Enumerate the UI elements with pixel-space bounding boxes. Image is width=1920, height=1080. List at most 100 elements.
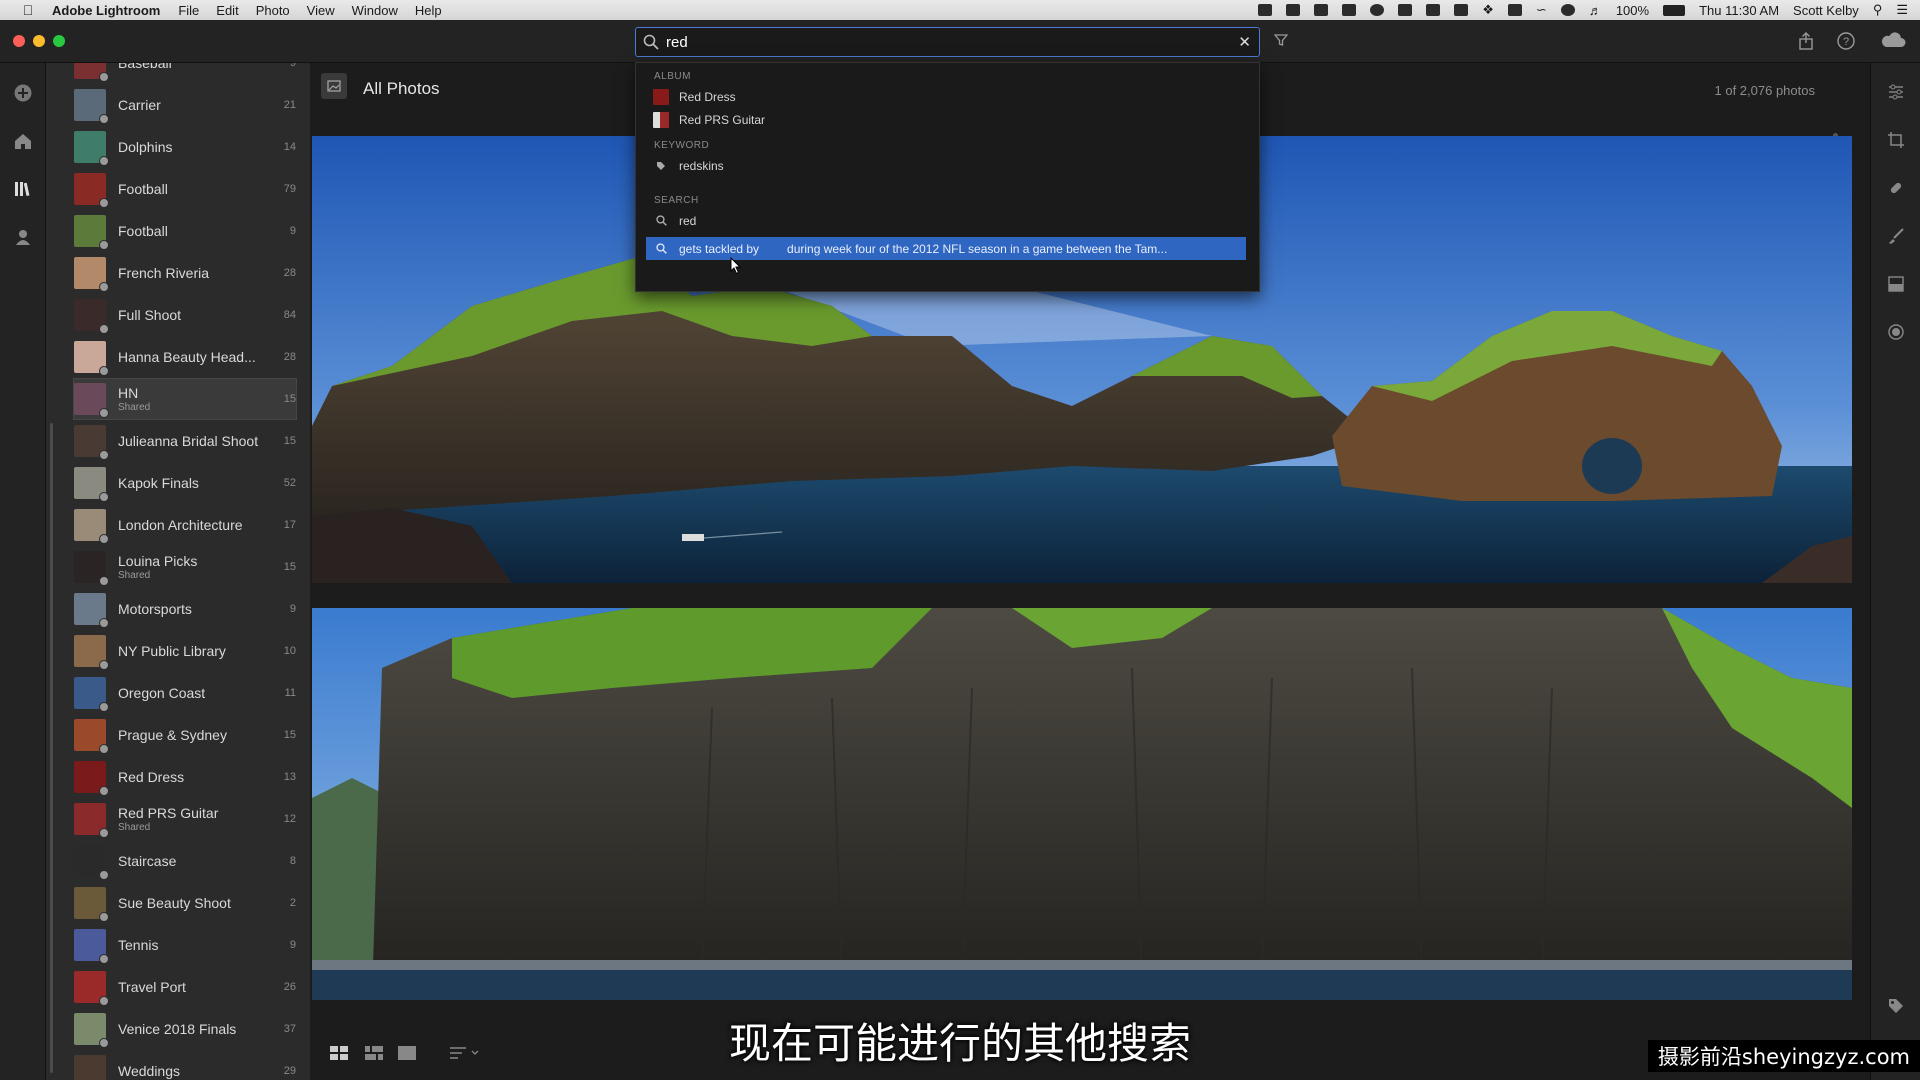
album-item[interactable]: NY Public Library 10 xyxy=(74,631,296,671)
suggestion-keyword-redskins[interactable]: redskins xyxy=(646,154,1246,177)
clear-search-icon[interactable]: ✕ xyxy=(1238,33,1251,51)
album-names: Kapok Finals xyxy=(118,475,272,491)
album-item[interactable]: Full Shoot 84 xyxy=(74,295,296,335)
sync-check-icon xyxy=(99,954,109,964)
album-item[interactable]: Julieanna Bridal Shoot 15 xyxy=(74,421,296,461)
tag-icon xyxy=(652,157,670,175)
album-thumbnail xyxy=(74,677,109,712)
menu-edit[interactable]: Edit xyxy=(216,3,238,18)
album-item[interactable]: French Riveria 28 xyxy=(74,253,296,293)
album-count: 15 xyxy=(283,435,296,447)
photo-cliff-wall[interactable] xyxy=(312,608,1852,1000)
filter-icon[interactable] xyxy=(1273,33,1289,52)
search-field[interactable]: ✕ xyxy=(635,27,1260,57)
battery-percent[interactable]: 100% xyxy=(1616,3,1649,18)
album-thumbnail xyxy=(74,131,109,166)
suggestion-search-red[interactable]: red xyxy=(646,209,1246,232)
add-photos-icon[interactable] xyxy=(11,81,35,105)
albums-scrollbar[interactable] xyxy=(50,423,53,1073)
album-item[interactable]: Prague & Sydney 15 xyxy=(74,715,296,755)
linear-gradient-icon[interactable] xyxy=(1885,273,1907,295)
display-icon[interactable] xyxy=(1342,4,1357,16)
album-item[interactable]: Carrier 21 xyxy=(74,85,296,125)
sync-check-icon xyxy=(99,996,109,1006)
album-item[interactable]: Oregon Coast 11 xyxy=(74,673,296,713)
menu-window[interactable]: Window xyxy=(352,3,398,18)
album-names: Staircase xyxy=(118,853,272,869)
menu-clock[interactable]: Thu 11:30 AM xyxy=(1699,3,1779,18)
menu-user[interactable]: Scott Kelby xyxy=(1793,3,1859,18)
album-item[interactable]: Kapok Finals 52 xyxy=(74,463,296,503)
people-icon[interactable] xyxy=(11,225,35,249)
tray-app3-icon[interactable] xyxy=(1454,4,1469,16)
menu-photo[interactable]: Photo xyxy=(256,3,290,18)
album-item[interactable]: Red Dress 13 xyxy=(74,757,296,797)
notification-center-icon[interactable]: ☰ xyxy=(1896,2,1908,18)
album-name: Sue Beauty Shoot xyxy=(118,895,231,911)
window-minimize-button[interactable] xyxy=(33,35,45,47)
time-machine-icon[interactable] xyxy=(1560,4,1575,16)
tray-app2-icon[interactable] xyxy=(1426,4,1441,16)
apple-menu-icon[interactable]:  xyxy=(18,2,38,18)
album-count: 28 xyxy=(283,267,296,279)
album-item[interactable]: Baseball 9 xyxy=(74,63,296,83)
app-name-menu[interactable]: Adobe Lightroom xyxy=(52,3,160,18)
album-thumbnail xyxy=(74,299,109,334)
album-item[interactable]: Red PRS Guitar Shared 12 xyxy=(74,799,296,839)
sync-check-icon xyxy=(99,534,109,544)
brush-icon[interactable] xyxy=(1885,225,1907,247)
page-title: All Photos xyxy=(363,79,440,98)
album-item[interactable]: Hanna Beauty Head... 28 xyxy=(74,337,296,377)
flame-icon[interactable] xyxy=(1398,4,1413,16)
healing-brush-icon[interactable] xyxy=(1885,177,1907,199)
share-icon[interactable] xyxy=(1797,31,1815,56)
sync-check-icon xyxy=(99,450,109,460)
album-item[interactable]: Dolphins 14 xyxy=(74,127,296,167)
help-icon[interactable]: ? xyxy=(1836,31,1856,56)
menu-view[interactable]: View xyxy=(307,3,335,18)
album-count: 8 xyxy=(289,855,296,867)
album-item[interactable]: Motorsports 9 xyxy=(74,589,296,629)
album-item[interactable]: Louina Picks Shared 15 xyxy=(74,547,296,587)
volume-icon[interactable]: ♬ xyxy=(1589,3,1602,18)
suggestion-album-red-dress[interactable]: Red Dress xyxy=(646,85,1246,108)
crop-icon[interactable] xyxy=(1885,129,1907,151)
album-item[interactable]: Tennis 9 xyxy=(74,925,296,965)
sync-check-icon xyxy=(99,366,109,376)
camera-icon[interactable] xyxy=(1314,4,1329,16)
password-icon[interactable] xyxy=(1370,4,1385,16)
suggestion-album-red-prs-guitar[interactable]: Red PRS Guitar xyxy=(646,108,1246,131)
album-item[interactable]: London Architecture 17 xyxy=(74,505,296,545)
menu-help[interactable]: Help xyxy=(415,3,442,18)
sync-check-icon xyxy=(99,660,109,670)
radial-gradient-icon[interactable] xyxy=(1885,321,1907,343)
search-input[interactable] xyxy=(666,33,1206,51)
wifi-icon[interactable]: ∽ xyxy=(1536,2,1547,18)
album-item[interactable]: Football 9 xyxy=(74,211,296,251)
album-name: London Architecture xyxy=(118,517,243,533)
sync-check-icon xyxy=(99,786,109,796)
menu-file[interactable]: File xyxy=(178,3,199,18)
album-names: Oregon Coast xyxy=(118,685,272,701)
sync-check-icon xyxy=(99,828,109,838)
album-thumbnail xyxy=(74,467,109,502)
dropbox-icon[interactable] xyxy=(1258,4,1273,16)
album-item[interactable]: Football 79 xyxy=(74,169,296,209)
window-zoom-button[interactable] xyxy=(53,35,65,47)
album-names: Red PRS Guitar Shared xyxy=(118,805,272,833)
album-item[interactable]: Staircase 8 xyxy=(74,841,296,881)
library-icon[interactable] xyxy=(11,177,35,201)
window-close-button[interactable] xyxy=(13,35,25,47)
spotlight-icon[interactable]: ⚲ xyxy=(1873,2,1883,18)
album-name: Travel Port xyxy=(118,979,186,995)
album-item[interactable]: Travel Port 26 xyxy=(74,967,296,1007)
album-item[interactable]: Sue Beauty Shoot 2 xyxy=(74,883,296,923)
edit-sliders-icon[interactable] xyxy=(1885,81,1907,103)
bluetooth-icon[interactable]: ❖ xyxy=(1482,2,1494,18)
album-count: 13 xyxy=(283,771,296,783)
home-icon[interactable] xyxy=(11,129,35,153)
tray-app-icon[interactable] xyxy=(1286,4,1301,16)
cloud-sync-icon[interactable] xyxy=(1880,31,1906,54)
album-item[interactable]: HN Shared 15 xyxy=(73,378,297,420)
airplay-icon[interactable] xyxy=(1507,4,1522,16)
